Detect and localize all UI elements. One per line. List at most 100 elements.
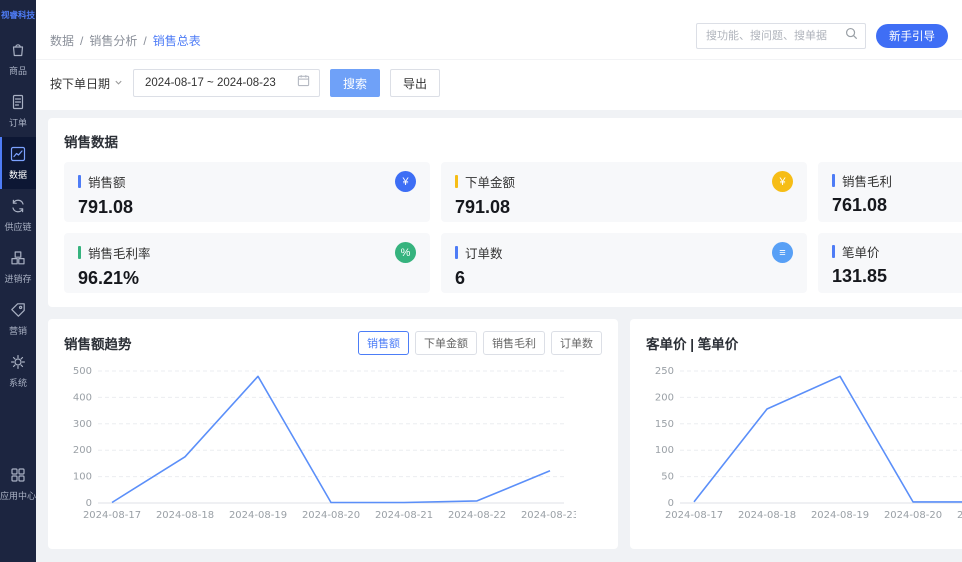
goods-icon: [9, 41, 27, 61]
chevron-down-icon: [114, 76, 123, 90]
inventory-boxes-icon: [9, 249, 27, 269]
stat-value: 96.21%: [78, 268, 416, 289]
svg-text:2024-08-18: 2024-08-18: [738, 510, 796, 521]
sidebar-item-label: 应用中心: [0, 489, 36, 502]
yuan-icon: ¥: [395, 171, 416, 192]
svg-text:2024-08-17: 2024-08-17: [83, 510, 141, 521]
svg-text:200: 200: [655, 392, 674, 403]
sales-trend-line-chart: 01002003004005002024-08-172024-08-182024…: [64, 363, 576, 525]
sidebar-item-label: 系统: [9, 376, 27, 389]
svg-text:2024-08-21: 2024-08-21: [375, 510, 433, 521]
breadcrumb-section[interactable]: 销售分析: [89, 32, 137, 49]
stat-value: 791.08: [78, 197, 416, 218]
breadcrumb-separator: /: [143, 34, 146, 48]
sidebar-item-supply-chain[interactable]: 供应链: [0, 189, 36, 241]
accent-bar: [78, 175, 81, 188]
date-type-label: 按下单日期: [50, 75, 110, 92]
stat-tile-gross-profit: 销售毛利 761.08: [818, 162, 962, 222]
breadcrumb-root[interactable]: 数据: [50, 32, 74, 49]
stat-tile-sales-amount: 销售额 ¥ 791.08: [64, 162, 430, 222]
calendar-icon[interactable]: [297, 74, 310, 92]
svg-text:2024-08-17: 2024-08-17: [665, 510, 723, 521]
sidebar-item-label: 营销: [9, 324, 27, 337]
svg-text:150: 150: [655, 419, 674, 430]
accent-bar: [832, 245, 835, 258]
accent-bar: [455, 175, 458, 188]
supply-chain-icon: [9, 197, 27, 217]
sidebar-item-orders[interactable]: 订单: [0, 85, 36, 137]
svg-text:100: 100: [73, 472, 92, 483]
svg-text:50: 50: [661, 472, 674, 483]
breadcrumb: 数据 / 销售分析 / 销售总表: [50, 32, 201, 49]
topbar-right: 新手引导: [696, 23, 948, 49]
stat-value: 791.08: [455, 197, 793, 218]
data-chart-icon: [9, 145, 27, 165]
svg-text:0: 0: [668, 498, 674, 509]
coin-icon: ¥: [772, 171, 793, 192]
sales-data-card: 销售数据 销售额 ¥ 791.08 下单金额 ¥ 7: [48, 118, 962, 307]
svg-text:2024-08-18: 2024-08-18: [156, 510, 214, 521]
tab-order-count[interactable]: 订单数: [551, 331, 602, 355]
tab-order-amount[interactable]: 下单金额: [415, 331, 477, 355]
global-search-input[interactable]: [704, 29, 845, 43]
sidebar-item-label: 数据: [9, 168, 27, 181]
stat-tile-order-count: 订单数 ≡ 6: [441, 233, 807, 293]
chart-title: 销售额趋势: [64, 333, 132, 353]
sidebar: 视睿科技 商品 订单 数据 供应链 进销存 营销 系统: [0, 0, 36, 562]
stat-label: 销售毛利率: [88, 243, 151, 262]
svg-text:100: 100: [655, 445, 674, 456]
stat-tile-order-amount: 下单金额 ¥ 791.08: [441, 162, 807, 222]
page: 视睿科技 商品 订单 数据 供应链 进销存 营销 系统: [0, 0, 962, 562]
stat-label: 订单数: [465, 243, 503, 262]
stat-label: 销售毛利: [842, 171, 892, 190]
stat-value: 131.85: [832, 266, 962, 287]
stat-value: 6: [455, 268, 793, 289]
svg-text:2024-08-19: 2024-08-19: [811, 510, 869, 521]
system-gear-icon: [9, 353, 27, 373]
stat-tile-gross-margin: 销售毛利率 % 96.21%: [64, 233, 430, 293]
svg-text:2024-08-22: 2024-08-22: [448, 510, 506, 521]
sidebar-item-system[interactable]: 系统: [0, 345, 36, 397]
search-button[interactable]: 搜索: [330, 69, 380, 97]
svg-text:2024-08-19: 2024-08-19: [229, 510, 287, 521]
svg-text:200: 200: [73, 445, 92, 456]
svg-text:300: 300: [73, 419, 92, 430]
sidebar-item-app-center[interactable]: 应用中心: [0, 458, 36, 510]
trend-metric-tabs: 销售额 下单金额 销售毛利 订单数: [358, 331, 602, 355]
global-search: [696, 23, 866, 49]
sidebar-item-label: 订单: [9, 116, 27, 129]
stat-label: 下单金额: [465, 172, 515, 191]
tab-sales-amount[interactable]: 销售额: [358, 331, 409, 355]
marketing-tag-icon: [9, 301, 27, 321]
svg-text:0: 0: [86, 498, 92, 509]
svg-text:2024-08-20: 2024-08-20: [884, 510, 942, 521]
date-range-picker: [133, 69, 320, 97]
breadcrumb-current: 销售总表: [153, 32, 201, 49]
export-button[interactable]: 导出: [390, 69, 440, 97]
search-icon[interactable]: [845, 27, 858, 45]
beginner-guide-button[interactable]: 新手引导: [876, 24, 948, 48]
stat-label: 笔单价: [842, 242, 880, 261]
sidebar-item-label: 供应链: [4, 220, 31, 233]
sidebar-item-inventory[interactable]: 进销存: [0, 241, 36, 293]
order-count-icon: ≡: [772, 242, 793, 263]
orders-icon: [9, 93, 27, 113]
sidebar-item-label: 商品: [9, 64, 27, 77]
chart-title: 客单价 | 笔单价: [646, 333, 738, 353]
card-title: 销售数据: [64, 131, 962, 151]
svg-text:250: 250: [655, 366, 674, 377]
stat-label: 销售额: [88, 172, 126, 191]
content-area: 销售数据 销售额 ¥ 791.08 下单金额 ¥ 7: [36, 110, 962, 562]
charts-row: 销售额趋势 销售额 下单金额 销售毛利 订单数 0100200300400500…: [48, 319, 962, 549]
stat-value: 761.08: [832, 195, 962, 216]
sidebar-item-data[interactable]: 数据: [0, 137, 36, 189]
sidebar-item-goods[interactable]: 商品: [0, 33, 36, 85]
date-type-dropdown[interactable]: 按下单日期: [50, 75, 123, 92]
stat-tile-avg-order-value: 笔单价 131.85: [818, 233, 962, 293]
svg-text:2024-08-23: 2024-08-23: [521, 510, 576, 521]
sidebar-item-marketing[interactable]: 营销: [0, 293, 36, 345]
date-range-input[interactable]: [143, 76, 289, 90]
tab-gross-profit[interactable]: 销售毛利: [483, 331, 545, 355]
top-bar: 数据 / 销售分析 / 销售总表 新手引导: [36, 0, 962, 60]
stat-tiles: 销售额 ¥ 791.08 下单金额 ¥ 791.08: [64, 162, 962, 293]
